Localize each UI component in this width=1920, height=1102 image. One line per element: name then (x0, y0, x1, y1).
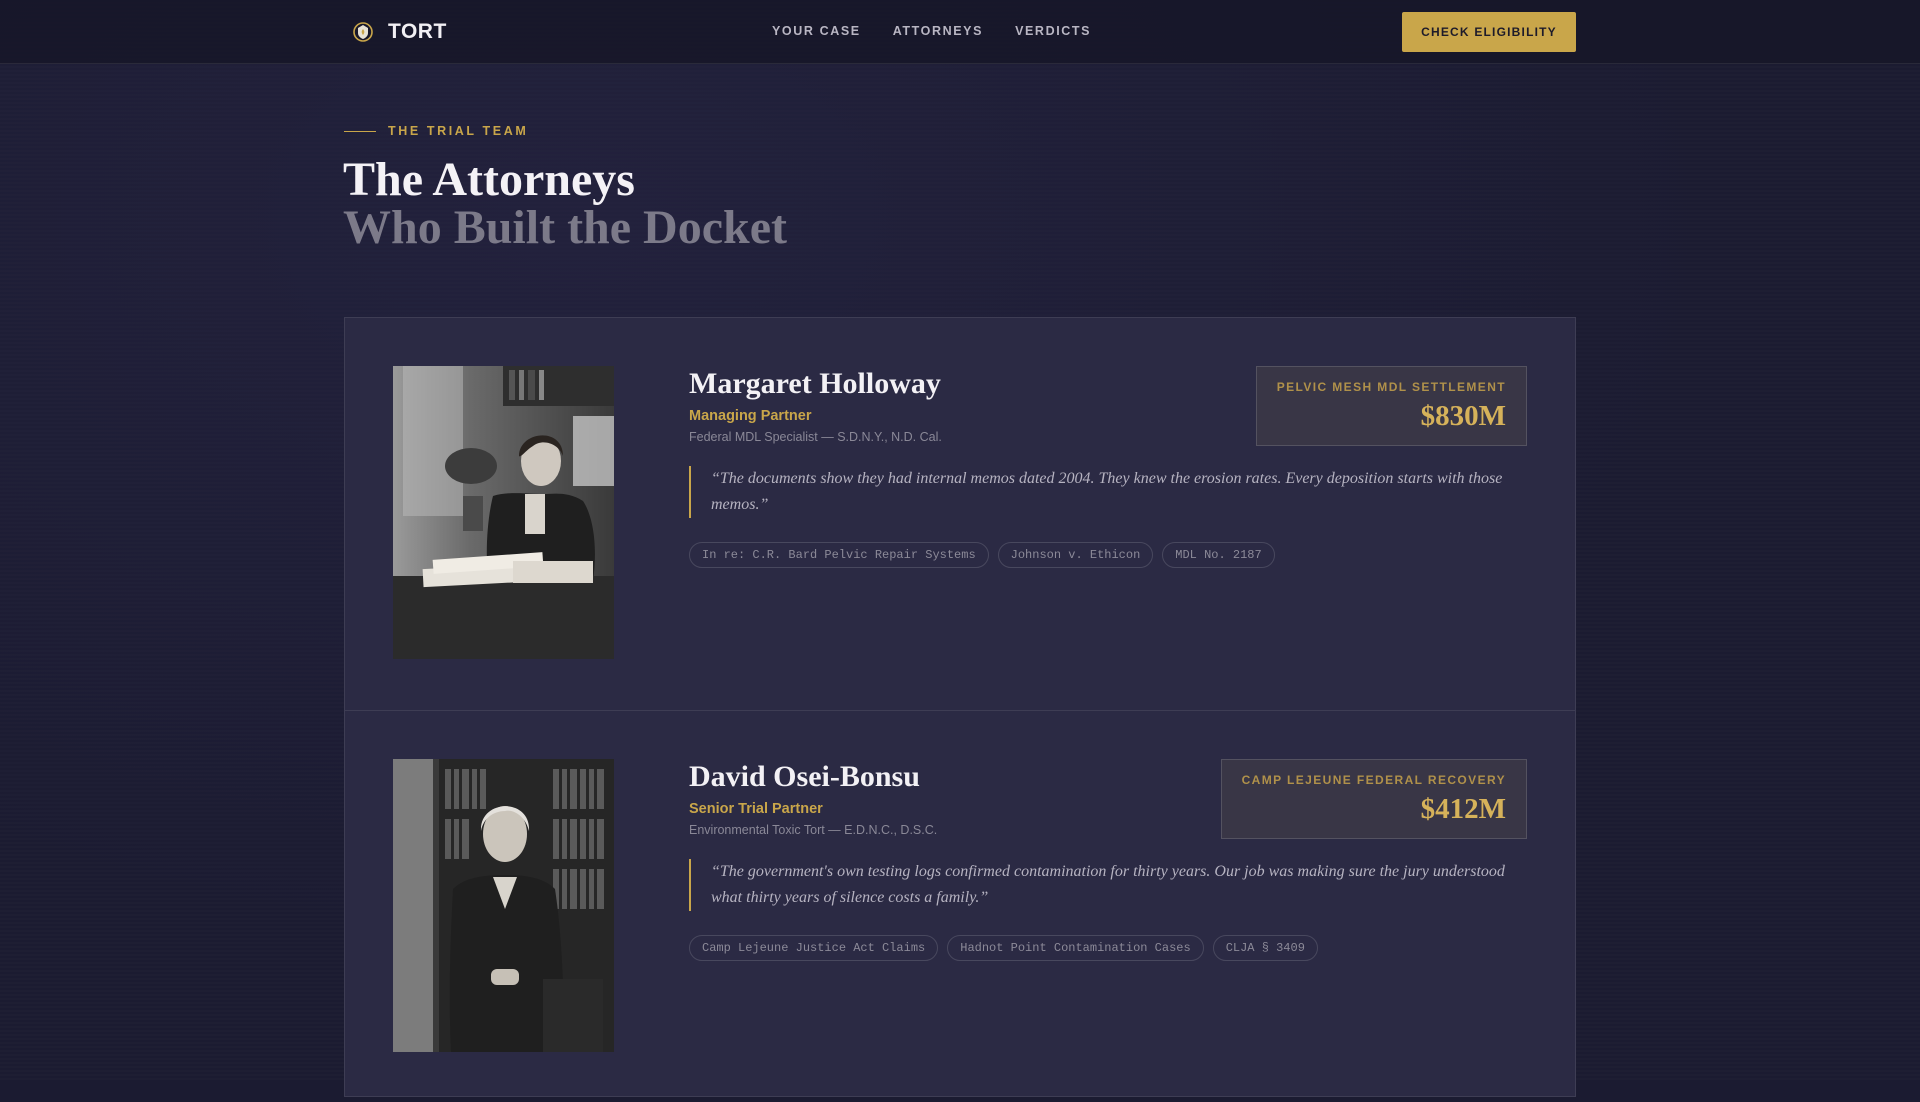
nav-link-attorneys[interactable]: ATTORNEYS (893, 24, 983, 38)
nav-link-verdicts[interactable]: VERDICTS (1015, 24, 1091, 38)
nav-link-your-case[interactable]: YOUR CASE (772, 24, 861, 38)
brand-logo[interactable]: TORT (350, 19, 447, 45)
section-eyebrow: THE TRIAL TEAM (344, 124, 528, 138)
settlement-amount: $412M (1420, 793, 1506, 825)
settlement-amount: $830M (1420, 400, 1506, 432)
case-tags: Camp Lejeune Justice Act Claims Hadnot P… (689, 935, 1529, 961)
eyebrow-text: THE TRIAL TEAM (388, 124, 529, 138)
shield-flame-icon (350, 19, 376, 45)
case-tags: In re: C.R. Bard Pelvic Repair Systems J… (689, 542, 1529, 568)
attorney-photo (393, 759, 614, 1052)
case-tag[interactable]: Johnson v. Ethicon (997, 542, 1154, 568)
brand-name: TORT (388, 20, 447, 43)
settlement-badge: CAMP LEJEUNE FEDERAL RECOVERY $412M (1220, 759, 1527, 839)
attorney-card: David Osei-Bonsu Senior Trial Partner En… (345, 710, 1575, 1102)
nav-links: YOUR CASE ATTORNEYS VERDICTS (772, 24, 1091, 38)
settlement-label: PELVIC MESH MDL SETTLEMENT (1276, 380, 1506, 394)
case-tag[interactable]: In re: C.R. Bard Pelvic Repair Systems (689, 542, 989, 568)
check-eligibility-button[interactable]: CHECK ELIGIBILITY (1402, 12, 1576, 52)
case-tag[interactable]: MDL No. 2187 (1162, 542, 1275, 568)
attorney-photo (393, 366, 614, 659)
attorney-quote: “The government's own testing logs confi… (689, 859, 1529, 911)
attorney-list: Margaret Holloway Managing Partner Feder… (344, 317, 1576, 1097)
settlement-label: CAMP LEJEUNE FEDERAL RECOVERY (1241, 773, 1506, 787)
case-tag[interactable]: Hadnot Point Contamination Cases (947, 935, 1204, 961)
case-tag[interactable]: Camp Lejeune Justice Act Claims (689, 935, 939, 961)
attorney-card: Margaret Holloway Managing Partner Feder… (345, 318, 1575, 710)
attorney-quote: “The documents show they had internal me… (689, 466, 1529, 518)
page-subtitle: Who Built the Docket (343, 201, 787, 254)
eyebrow-divider (344, 130, 376, 132)
case-tag[interactable]: CLJA § 3409 (1212, 935, 1318, 961)
settlement-badge: PELVIC MESH MDL SETTLEMENT $830M (1255, 366, 1527, 446)
top-nav: TORT YOUR CASE ATTORNEYS VERDICTS CHECK … (0, 0, 1920, 64)
